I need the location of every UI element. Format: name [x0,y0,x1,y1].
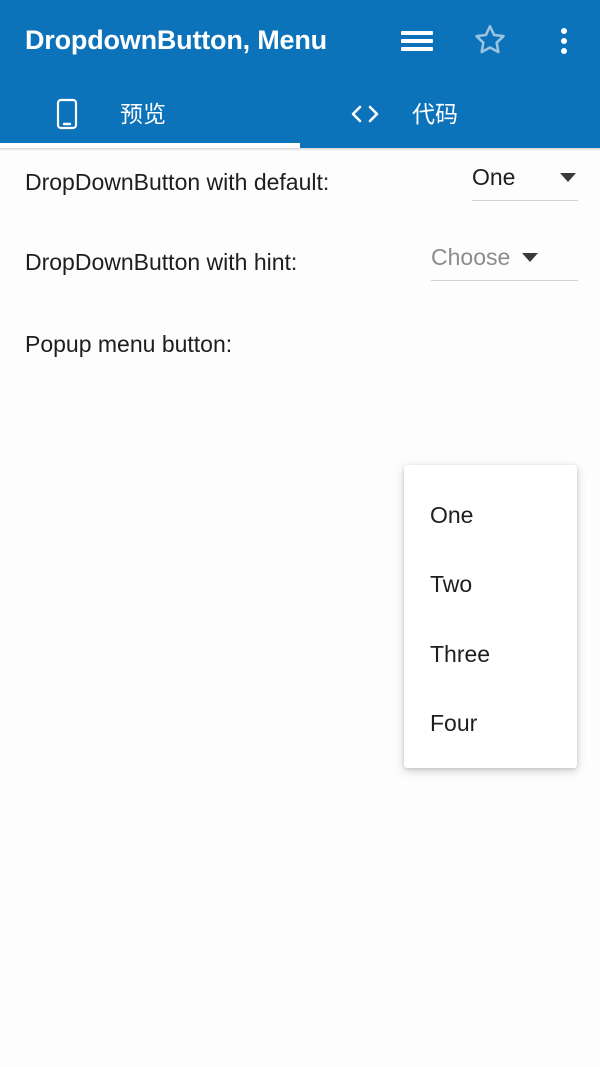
star-icon [473,22,507,61]
menu-item[interactable]: Four [430,708,477,738]
overflow-menu-button[interactable] [541,18,587,64]
menu-item[interactable]: Two [430,569,472,599]
content-area: DropDownButton with default: One DropDow… [0,151,600,1067]
dropdown-default[interactable]: One [472,163,578,201]
popup-menu[interactable]: One Two Three Four [404,465,577,768]
more-vertical-icon [561,24,567,58]
hamburger-menu-button[interactable] [394,18,440,64]
app-bar-shadow [0,148,600,151]
dropdown-hint[interactable]: Choose [431,243,578,281]
code-brackets-icon [348,102,382,126]
menu-item[interactable]: One [430,500,473,530]
menu-item[interactable]: Three [430,639,490,669]
tab-code[interactable]: 代码 [300,80,600,148]
row-dropdown-hint: DropDownButton with hint: Choose [0,231,600,311]
tab-bar: 预览 代码 [0,80,600,148]
app-bar: DropdownButton, Menu 预览 代码 [0,0,600,148]
page-title: DropdownButton, Menu [25,25,327,55]
tab-code-label: 代码 [412,101,458,127]
chevron-down-icon [522,252,539,262]
row-popup-menu-button: Popup menu button: [0,311,600,391]
row-dropdown-default: DropDownButton with default: One [0,151,600,231]
label-popup-menu-button: Popup menu button: [25,331,233,357]
label-dropdown-default: DropDownButton with default: [25,169,330,195]
label-dropdown-hint: DropDownButton with hint: [25,249,298,275]
phone-icon [50,98,84,130]
tab-preview-label: 预览 [120,101,166,127]
hamburger-icon [401,27,433,55]
chevron-down-icon [560,172,576,182]
app-bar-top-row: DropdownButton, Menu [0,0,600,80]
tab-preview[interactable]: 预览 [0,80,300,148]
dropdown-hint-value: Choose [431,244,511,270]
dropdown-default-value: One [472,164,516,190]
star-favorite-button[interactable] [467,18,513,64]
